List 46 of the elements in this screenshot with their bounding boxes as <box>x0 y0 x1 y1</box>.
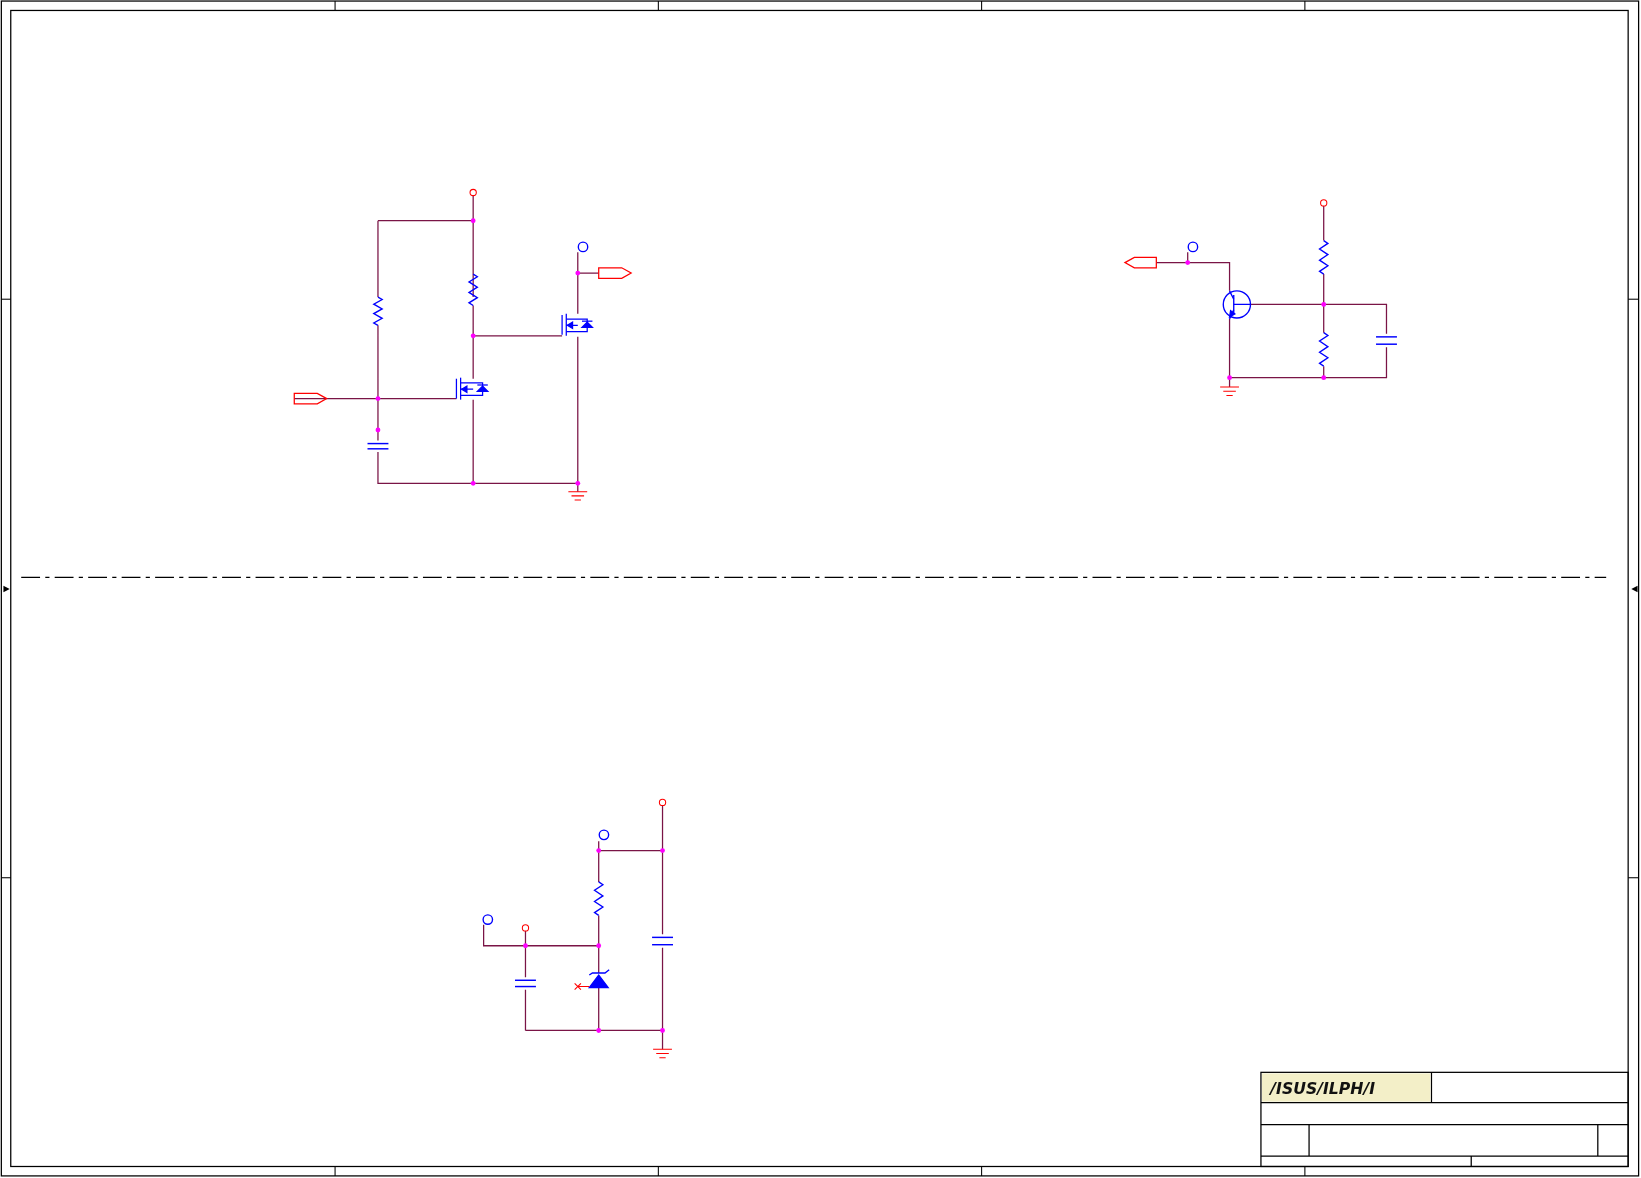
junction-dot <box>1321 302 1327 307</box>
power-pin-icon <box>469 188 477 197</box>
ground-symbol <box>567 491 588 501</box>
capacitor-symbol <box>514 979 537 988</box>
transistor-symbol <box>1222 290 1252 320</box>
capacitor-symbol <box>1375 336 1398 345</box>
mosfet-symbol <box>561 313 594 337</box>
resistor-symbol <box>593 881 605 917</box>
junction-dot <box>375 396 381 401</box>
ground-symbol <box>652 1048 673 1059</box>
junction-dot <box>1321 375 1327 381</box>
input-port-symbol <box>293 392 328 405</box>
capacitor-symbol <box>366 442 390 450</box>
no-connect-mark <box>574 982 590 991</box>
mosfet-symbol <box>455 377 490 401</box>
junction-dot <box>470 218 476 224</box>
junction-dot <box>596 1028 602 1033</box>
junction-dot <box>596 848 602 853</box>
resistor-symbol <box>1318 332 1330 367</box>
resistor-symbol <box>1318 239 1330 275</box>
junction-dot <box>660 848 665 853</box>
output-port-symbol <box>598 267 633 279</box>
junction-dot <box>1185 260 1191 265</box>
test-point-icon <box>577 241 589 253</box>
resistor-symbol <box>372 296 384 327</box>
junction-dot <box>470 333 476 339</box>
port-symbol <box>1123 256 1157 269</box>
power-pin-icon <box>658 798 667 807</box>
test-point-icon <box>598 829 610 841</box>
junction-dot <box>375 427 381 433</box>
zener-diode-symbol <box>587 969 610 989</box>
junction-dot <box>575 480 581 486</box>
capacitor-symbol <box>651 936 674 946</box>
junction-dot <box>596 943 602 949</box>
power-pin-icon <box>1320 199 1328 207</box>
power-pin-icon <box>521 924 530 932</box>
junction-dot <box>660 1028 665 1033</box>
junction-dot <box>523 943 528 949</box>
test-point-icon <box>482 914 494 925</box>
ground-symbol <box>1219 386 1240 396</box>
company-logo: /ISUS/ILPH/I <box>1270 1079 1376 1099</box>
resistor-symbol <box>467 273 479 307</box>
junction-dot <box>1227 375 1232 381</box>
junction-dot <box>470 480 476 486</box>
test-point-icon <box>1187 241 1199 253</box>
junction-dot <box>575 270 581 276</box>
